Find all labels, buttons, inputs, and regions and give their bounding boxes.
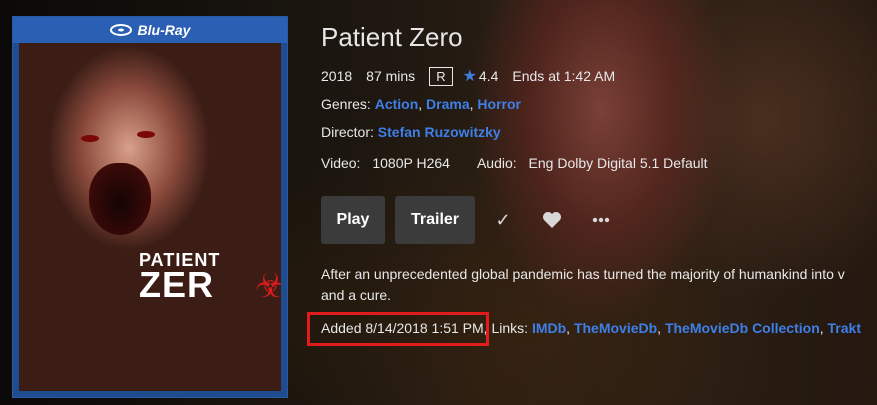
bluray-label: Blu-Ray [137,22,191,38]
link-trakt[interactable]: Trakt [828,320,861,336]
checkmark-icon[interactable]: ✓ [489,206,517,234]
more-icon[interactable] [587,206,615,234]
video-label: Video: [321,155,361,171]
genre-link-horror[interactable]: Horror [477,96,521,112]
audio-info: Eng Dolby Digital 5.1 Default [528,155,708,171]
community-rating: 4.4 [478,68,499,84]
genre-link-action[interactable]: Action [375,96,419,112]
star-icon: ★ [462,68,477,85]
poster-title-line2: ZER [139,264,214,305]
trailer-button[interactable]: Trailer [395,196,475,244]
official-rating-badge: R [429,66,453,86]
poster-artwork: PATIENT ZER ☣ [19,43,281,391]
biohazard-icon: ☣ [255,267,281,305]
genre-link-drama[interactable]: Drama [426,96,470,112]
media-info-row: Video: 1080P H264 Audio: Eng Dolby Digit… [321,155,708,171]
runtime: 87 mins [366,68,416,84]
overview-text: After an unprecedented global pandemic h… [321,264,877,306]
link-themoviedb[interactable]: TheMovieDb [574,320,657,336]
video-info: 1080P H264 [372,155,450,171]
meta-row: 2018 87 mins R ★ 4.4 Ends at 1:42 AM [321,66,629,86]
links-label: Links: [491,320,529,336]
year: 2018 [321,68,353,84]
genres-label: Genres: [321,96,371,112]
link-themoviedb-collection[interactable]: TheMovieDb Collection [665,320,820,336]
director-link[interactable]: Stefan Ruzowitzky [378,124,501,140]
bluray-band: Blu-Ray [13,17,287,43]
bluray-disc-icon [109,24,132,36]
play-button[interactable]: Play [321,196,385,244]
overview-line-2: and a cure. [321,287,392,303]
director-row: Director: Stefan Ruzowitzky [321,124,501,140]
movie-poster[interactable]: Blu-Ray PATIENT ZER ☣ [12,16,288,398]
link-imdb[interactable]: IMDb [532,320,566,336]
genres-row: Genres: Action, Drama, Horror [321,96,521,112]
director-label: Director: [321,124,374,140]
overview-line-1: After an unprecedented global pandemic h… [321,266,845,282]
highlight-box [307,312,489,346]
movie-title: Patient Zero [321,22,463,52]
heart-icon[interactable] [538,206,566,234]
audio-label: Audio: [476,155,517,171]
ends-at: Ends at 1:42 AM [512,68,616,84]
